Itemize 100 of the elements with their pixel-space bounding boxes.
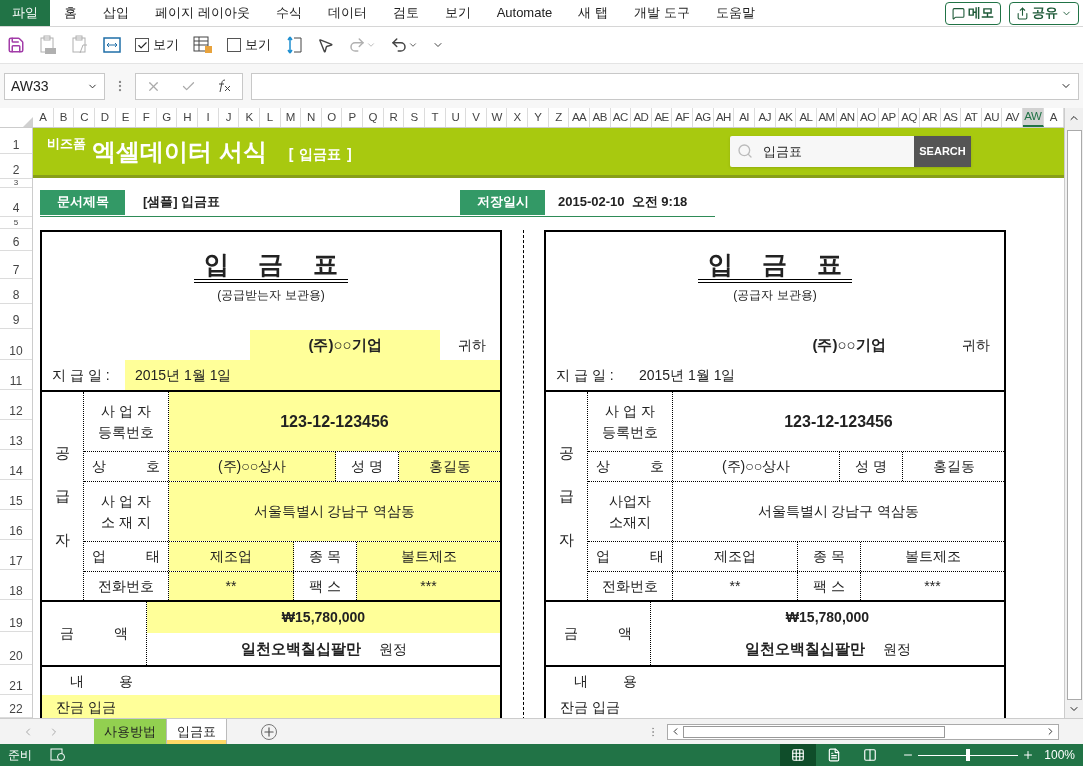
row-header[interactable]: 15 bbox=[9, 495, 23, 507]
zoom-slider-thumb[interactable] bbox=[966, 749, 971, 761]
formula-field[interactable] bbox=[251, 72, 1079, 100]
ribbon-tab[interactable]: 홈 bbox=[62, 0, 79, 26]
column-header[interactable]: E bbox=[115, 108, 137, 127]
macro-record-icon[interactable] bbox=[50, 748, 66, 762]
column-header[interactable]: AQ bbox=[899, 108, 920, 127]
column-header[interactable]: G bbox=[156, 108, 178, 127]
row-header[interactable]: 11 bbox=[9, 375, 23, 387]
column-header[interactable]: AM bbox=[816, 108, 838, 127]
file-tab[interactable]: 파일 bbox=[0, 0, 50, 26]
ribbon-tab[interactable]: 데이터 bbox=[325, 0, 369, 26]
row-header[interactable]: 4 bbox=[12, 202, 20, 214]
column-header[interactable]: U bbox=[445, 108, 467, 127]
row-header[interactable]: 22 bbox=[9, 703, 23, 715]
column-header[interactable]: B bbox=[53, 108, 75, 127]
column-header[interactable]: F bbox=[136, 108, 157, 127]
column-header[interactable]: R bbox=[383, 108, 405, 127]
column-header[interactable]: Y bbox=[528, 108, 549, 127]
view-button[interactable] bbox=[780, 744, 817, 766]
column-header[interactable]: AR bbox=[919, 108, 941, 127]
zoom-in-icon[interactable] bbox=[1022, 749, 1035, 761]
row-header[interactable]: 10 bbox=[9, 345, 23, 357]
row-header[interactable]: 21 bbox=[9, 680, 23, 692]
ribbon-tab[interactable]: Automate bbox=[494, 0, 555, 26]
undo-icon[interactable] bbox=[390, 36, 418, 54]
column-header[interactable]: O bbox=[321, 108, 343, 127]
column-header[interactable]: J bbox=[218, 108, 240, 127]
table-lock-icon[interactable] bbox=[193, 36, 213, 54]
row-header[interactable]: 8 bbox=[12, 289, 20, 301]
row-height-icon[interactable] bbox=[285, 36, 303, 54]
column-header[interactable]: I bbox=[198, 108, 219, 127]
column-header[interactable]: A bbox=[33, 108, 54, 127]
column-header[interactable]: AK bbox=[775, 108, 797, 127]
row-header[interactable]: 18 bbox=[9, 585, 23, 597]
horizontal-scrollbar[interactable] bbox=[667, 723, 1059, 740]
column-header[interactable]: AB bbox=[589, 108, 611, 127]
column-header[interactable]: AU bbox=[981, 108, 1003, 127]
column-header[interactable]: K bbox=[239, 108, 260, 127]
column-header[interactable]: AG bbox=[693, 108, 714, 127]
column-header[interactable]: Z bbox=[548, 108, 570, 127]
column-header[interactable]: AC bbox=[610, 108, 632, 127]
ribbon-tab[interactable]: 검토 bbox=[390, 0, 421, 26]
save-icon[interactable] bbox=[7, 36, 25, 54]
checkbox[interactable] bbox=[135, 38, 149, 52]
search-button[interactable]: SEARCH bbox=[914, 136, 971, 167]
column-header[interactable]: AA bbox=[569, 108, 590, 127]
column-header[interactable]: H bbox=[177, 108, 198, 127]
row-header[interactable]: 19 bbox=[9, 617, 23, 629]
column-header[interactable]: L bbox=[259, 108, 281, 127]
share-button[interactable]: 공유 bbox=[1009, 1, 1079, 25]
column-header[interactable]: AF bbox=[672, 108, 693, 127]
checkbox[interactable] bbox=[227, 38, 241, 52]
row-header[interactable]: 2 bbox=[12, 164, 20, 176]
column-header[interactable]: N bbox=[301, 108, 322, 127]
row-header[interactable]: 14 bbox=[9, 465, 23, 477]
row-header[interactable]: 12 bbox=[9, 405, 23, 417]
ribbon-tab[interactable]: 삽입 bbox=[101, 0, 131, 26]
column-header[interactable]: AW bbox=[1023, 108, 1044, 127]
sheet-tab[interactable]: 입금표 bbox=[167, 719, 227, 744]
row-header[interactable]: 16 bbox=[9, 525, 23, 537]
column-header[interactable]: S bbox=[404, 108, 425, 127]
row-header[interactable]: 7 bbox=[12, 264, 20, 276]
column-header[interactable]: AJ bbox=[754, 108, 776, 127]
search-field[interactable]: 입금표 bbox=[730, 136, 914, 167]
fit-width-icon[interactable] bbox=[103, 37, 121, 53]
column-header[interactable]: V bbox=[466, 108, 487, 127]
name-box[interactable]: AW33 bbox=[4, 72, 105, 100]
column-header[interactable]: D bbox=[94, 108, 116, 127]
ribbon-tab[interactable]: 도움말 bbox=[713, 0, 757, 26]
column-header[interactable]: P bbox=[342, 108, 363, 127]
column-header[interactable]: AP bbox=[878, 108, 900, 127]
column-header[interactable]: AS bbox=[940, 108, 962, 127]
ribbon-tab[interactable]: 보기 bbox=[442, 0, 473, 26]
pointer-icon[interactable] bbox=[317, 36, 334, 54]
column-header[interactable]: AD bbox=[631, 108, 652, 127]
column-header[interactable]: AO bbox=[858, 108, 879, 127]
ribbon-tab[interactable]: 개발 도구 bbox=[631, 0, 692, 26]
sheet-tab[interactable]: 사용방법 bbox=[94, 719, 167, 744]
column-header[interactable]: AN bbox=[837, 108, 858, 127]
column-header[interactable]: AE bbox=[651, 108, 673, 127]
column-header[interactable]: AL bbox=[796, 108, 817, 127]
column-header[interactable]: M bbox=[280, 108, 302, 127]
column-header[interactable]: AT bbox=[961, 108, 982, 127]
column-header[interactable]: X bbox=[507, 108, 528, 127]
row-header[interactable]: 9 bbox=[12, 314, 20, 326]
ribbon-tab[interactable]: 새 탭 bbox=[576, 0, 610, 26]
row-header[interactable]: 17 bbox=[9, 555, 23, 567]
column-header[interactable]: C bbox=[74, 108, 95, 127]
column-header[interactable]: Q bbox=[363, 108, 384, 127]
column-header[interactable]: T bbox=[424, 108, 446, 127]
row-header[interactable]: 3 bbox=[13, 179, 19, 187]
row-header[interactable]: 1 bbox=[12, 139, 20, 151]
row-header[interactable]: 6 bbox=[12, 236, 20, 248]
function-icon[interactable] bbox=[216, 79, 232, 93]
ribbon-tab[interactable]: 수식 bbox=[273, 0, 304, 26]
column-header[interactable]: W bbox=[486, 108, 508, 127]
ribbon-tab[interactable]: 페이지 레이아웃 bbox=[153, 0, 252, 26]
memo-button[interactable]: 메모 bbox=[945, 1, 1001, 25]
column-header[interactable]: AH bbox=[713, 108, 735, 127]
